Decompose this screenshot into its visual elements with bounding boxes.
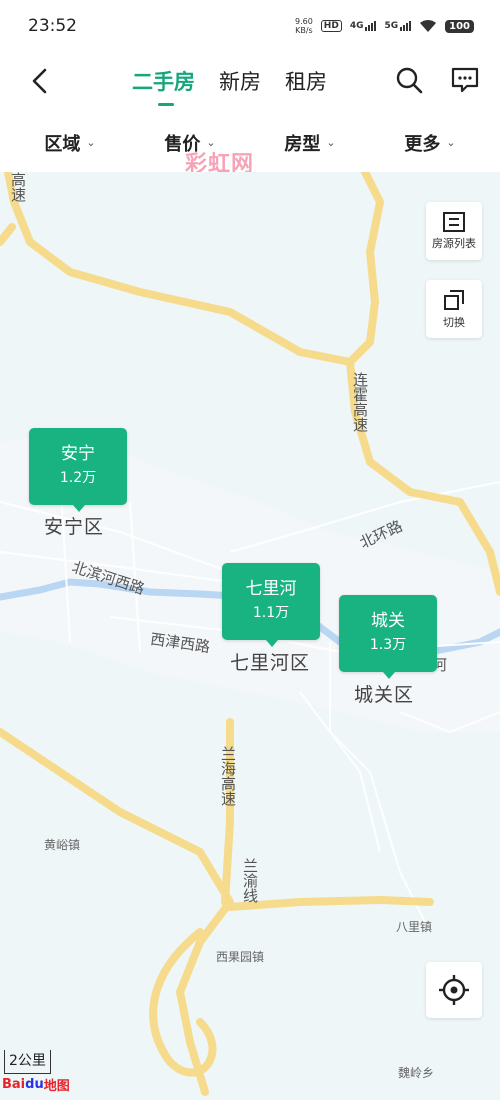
battery-icon: 100	[445, 19, 474, 33]
listing-list-label: 房源列表	[432, 237, 476, 250]
price-marker-chengguan[interactable]: 城关 1.3万	[339, 595, 437, 679]
price-marker-qilihe[interactable]: 七里河 1.1万	[222, 563, 320, 647]
marker-name: 七里河	[245, 579, 297, 599]
logo-part-1: Bai	[2, 1077, 26, 1092]
wifi-icon	[420, 19, 437, 32]
map-label-qilihe-district: 七里河区	[230, 652, 311, 674]
filter-layout-label: 房型	[284, 133, 321, 155]
filter-more-label: 更多	[404, 133, 441, 155]
map-label-lianhuo: 连霍高速	[351, 372, 369, 432]
marker-price: 1.2万	[59, 470, 97, 486]
tab-second-hand[interactable]: 二手房	[132, 66, 195, 106]
filter-region[interactable]: 区域 ⌄	[44, 130, 95, 156]
house-type-tabs: 二手房 新房 租房	[132, 66, 327, 106]
switch-view-button[interactable]: 切换	[426, 280, 482, 338]
marker-name: 城关	[371, 611, 405, 631]
cell-signal-icon-5g: 5G	[384, 21, 412, 31]
top-nav: 二手房 新房 租房	[0, 52, 500, 110]
marker-price: 1.1万	[252, 605, 290, 621]
filter-layout[interactable]: 房型 ⌄	[284, 130, 335, 156]
logo-part-2: du	[25, 1077, 44, 1092]
status-bar: 23:52 9.60 KB/s HD 4G 5G 100	[0, 0, 500, 52]
switch-icon	[444, 290, 464, 310]
message-icon[interactable]	[450, 66, 480, 94]
map-label-lanyu: 兰渝线	[241, 858, 259, 903]
net-speed: 9.60 KB/s	[295, 17, 313, 35]
logo-part-3: 地图	[43, 1079, 70, 1094]
status-icons: 9.60 KB/s HD 4G 5G 100	[295, 17, 474, 35]
map-label-anning-district: 安宁区	[44, 516, 105, 538]
locate-button[interactable]	[426, 962, 482, 1018]
marker-name: 安宁	[61, 444, 95, 464]
tab-rent[interactable]: 租房	[285, 66, 327, 96]
map-label-huangyu: 黄峪镇	[44, 838, 81, 852]
baidu-map-logo: Bai du 地图	[2, 1075, 70, 1094]
filter-region-label: 区域	[44, 133, 81, 155]
marker-price: 1.3万	[369, 637, 407, 653]
listing-list-button[interactable]: 房源列表	[426, 202, 482, 260]
map-view[interactable]: 高速 连霍高速 安宁区 北滨河西路 北环路 西津西路 七里河区 城关区 河 兰海…	[0, 172, 500, 1100]
map-label-gaosu: 高速	[9, 172, 27, 202]
filter-more[interactable]: 更多 ⌄	[404, 130, 455, 156]
signal-4g-label: 4G	[349, 21, 364, 31]
map-label-xiguoyuan: 西果园镇	[216, 950, 265, 964]
chevron-down-icon: ⌄	[86, 136, 96, 149]
net-speed-value: 9.60	[294, 17, 313, 26]
net-speed-unit: KB/s	[295, 26, 313, 35]
hd-icon: HD	[320, 20, 342, 32]
chevron-down-icon: ⌄	[326, 136, 336, 149]
search-icon[interactable]	[395, 66, 423, 94]
cell-signal-icon-4g: 4G	[350, 21, 377, 31]
price-marker-anning[interactable]: 安宁 1.2万	[29, 428, 127, 512]
tab-new-house[interactable]: 新房	[219, 66, 261, 96]
switch-view-label: 切换	[443, 316, 465, 329]
map-label-bali: 八里镇	[396, 920, 433, 934]
map-scale: 2公里	[4, 1050, 51, 1074]
map-label-weiling: 魏岭乡	[398, 1066, 435, 1080]
map-label-lanhai: 兰海高速	[219, 746, 237, 806]
back-arrow-icon[interactable]	[28, 66, 52, 96]
list-icon	[443, 212, 465, 232]
chevron-down-icon: ⌄	[446, 136, 456, 149]
locate-icon	[439, 975, 469, 1005]
signal-5g-label: 5G	[384, 21, 399, 31]
status-time: 23:52	[28, 16, 77, 36]
map-label-chengguan-district: 城关区	[354, 684, 415, 706]
